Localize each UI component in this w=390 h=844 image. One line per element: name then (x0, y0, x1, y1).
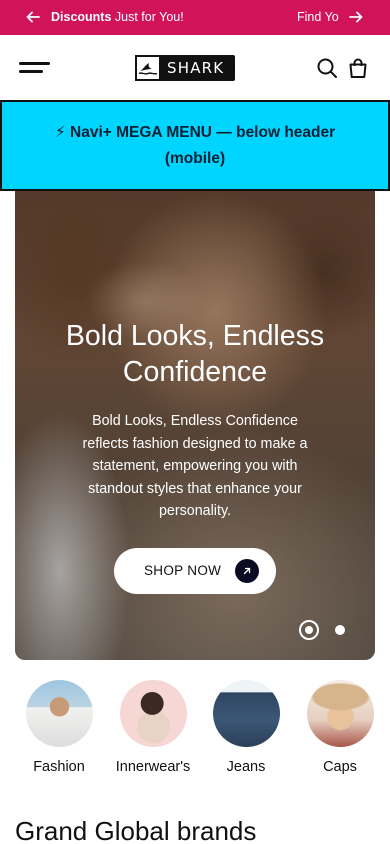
arrow-left-icon[interactable] (24, 8, 42, 26)
search-icon[interactable] (316, 57, 338, 79)
announcement-bold: Discounts (51, 10, 112, 24)
carousel-dot-active[interactable] (299, 620, 319, 640)
category-label: Innerwear's (115, 759, 191, 775)
announcement-message: Discounts Just for You! (51, 10, 184, 24)
menu-line (19, 62, 50, 65)
section-title: Grand Global brands (15, 816, 257, 844)
announcement-bar: Discounts Just for You! Find Yo (0, 0, 390, 35)
category-label: Caps (323, 759, 357, 775)
announcement-text: Just for You! (111, 10, 184, 24)
mega-menu-label: ⚡ Navi+ MEGA MENU — below header (mobile… (54, 123, 336, 167)
announcement-next-message: Find Yo (297, 10, 339, 24)
category-list: Fashion Innerwear's Jeans Caps (0, 680, 390, 780)
site-header: SHARK (0, 35, 390, 100)
shop-now-button[interactable]: SHOP NOW (114, 548, 276, 594)
category-item-jeans[interactable]: Jeans (201, 680, 291, 775)
menu-line (19, 70, 43, 73)
category-item-caps[interactable]: Caps (295, 680, 385, 775)
hero-title: Bold Looks, Endless Confidence (65, 320, 325, 388)
category-item-innerwear[interactable]: Innerwear's (108, 680, 198, 775)
hero-description: Bold Looks, Endless Confidence reflects … (82, 413, 308, 520)
category-image (306, 680, 374, 747)
arrow-right-icon[interactable] (347, 8, 365, 26)
category-label: Fashion (33, 759, 85, 775)
logo-wordmark: SHARK (167, 59, 225, 77)
carousel-dot[interactable] (335, 625, 345, 635)
shopping-bag-icon[interactable] (347, 57, 369, 79)
hero-banner: Bold Looks, Endless Confidence Bold Look… (15, 191, 375, 660)
shark-fin-icon (135, 55, 161, 81)
hamburger-menu-icon[interactable] (19, 60, 51, 76)
mega-menu-bar[interactable]: ⚡ Navi+ MEGA MENU — below header (mobile… (0, 100, 390, 191)
arrow-up-right-icon (235, 559, 259, 583)
shop-now-label: SHOP NOW (144, 563, 222, 578)
category-label: Jeans (226, 759, 266, 775)
category-item-fashion[interactable]: Fashion (14, 680, 104, 775)
category-image (119, 680, 187, 747)
category-image (212, 680, 280, 747)
category-image (25, 680, 93, 747)
shark-logo[interactable]: SHARK (135, 55, 235, 81)
